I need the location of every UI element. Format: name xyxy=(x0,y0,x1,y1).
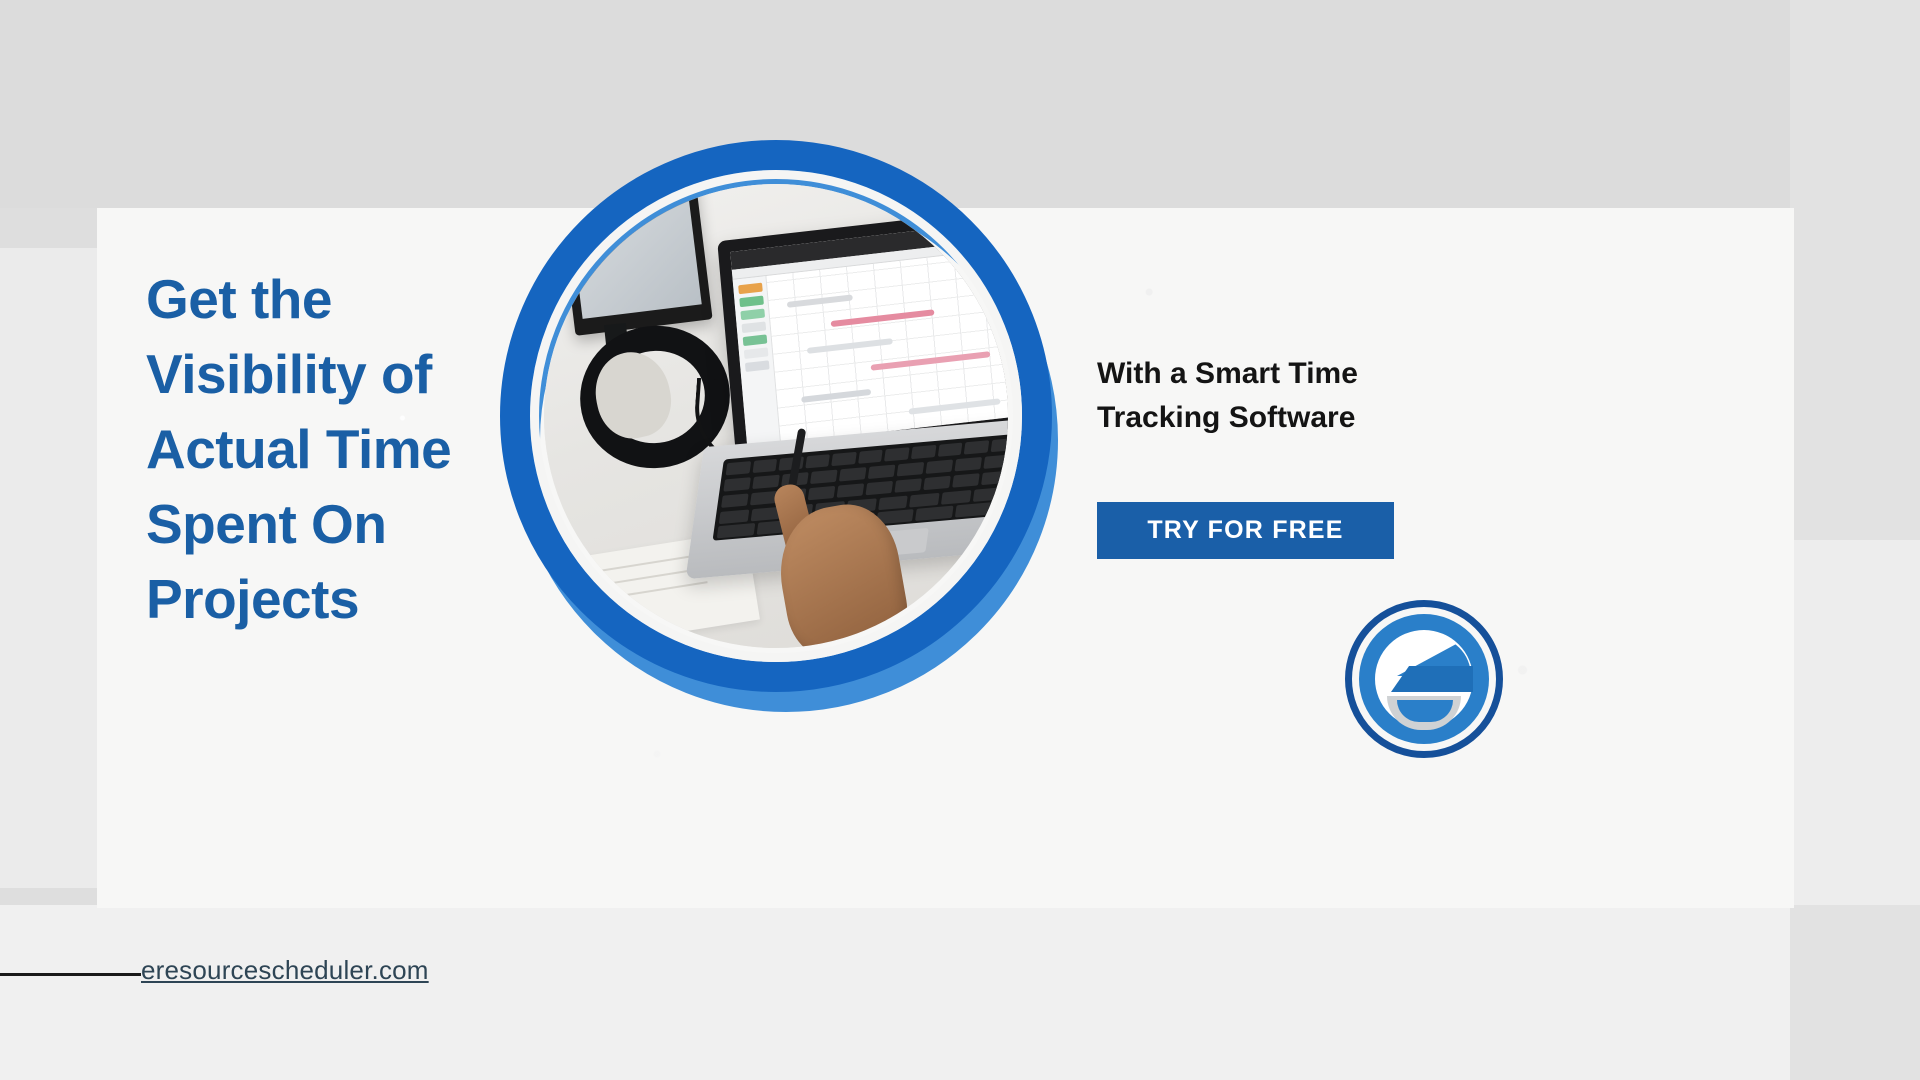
subheadline-line-2: Tracking Software xyxy=(1097,401,1356,434)
footer-rule xyxy=(0,973,141,976)
headline: Get the Visibility of Actual Time Spent … xyxy=(146,262,546,637)
circular-photo-frame xyxy=(500,140,1072,712)
gantt-bar xyxy=(908,398,1001,415)
sidebar-chip xyxy=(743,347,769,360)
sidebar-chip xyxy=(742,334,768,347)
background-block-right-lower xyxy=(1790,540,1920,905)
headline-line-5: Projects xyxy=(146,568,360,630)
try-for-free-button[interactable]: TRY FOR FREE xyxy=(1097,502,1394,559)
headline-line-3: Actual Time xyxy=(146,418,452,480)
background-band-bottom xyxy=(0,905,1920,1080)
monitor xyxy=(557,184,713,336)
sidebar-chip xyxy=(741,321,767,334)
website-url-link[interactable]: eresourcescheduler.com xyxy=(141,955,429,986)
marketing-banner: Get the Visibility of Actual Time Spent … xyxy=(0,0,1920,1080)
headline-line-1: Get the xyxy=(146,268,332,330)
schedule-grid xyxy=(766,248,1008,444)
sidebar-chip xyxy=(739,295,764,308)
subheadline-line-1: With a Smart Time xyxy=(1097,357,1358,390)
headline-line-4: Spent On xyxy=(146,493,387,555)
gantt-bar xyxy=(801,388,872,403)
gantt-bar xyxy=(870,351,991,371)
eresource-scheduler-logo-icon xyxy=(1345,600,1503,758)
hero-photo xyxy=(544,184,1008,648)
headline-line-2: Visibility of xyxy=(146,343,432,405)
gantt-bar xyxy=(830,309,935,328)
sidebar-chip xyxy=(744,360,770,372)
sidebar-chip xyxy=(738,282,763,295)
gantt-bar xyxy=(806,338,893,354)
monitor-screen xyxy=(567,184,702,319)
sidebar-chip xyxy=(740,308,766,321)
background-band-left xyxy=(0,248,110,888)
gantt-bar xyxy=(786,294,853,308)
laptop-screen xyxy=(730,220,1008,448)
cta-label: TRY FOR FREE xyxy=(1147,516,1344,544)
subheadline: With a Smart Time Tracking Software xyxy=(1097,352,1517,440)
